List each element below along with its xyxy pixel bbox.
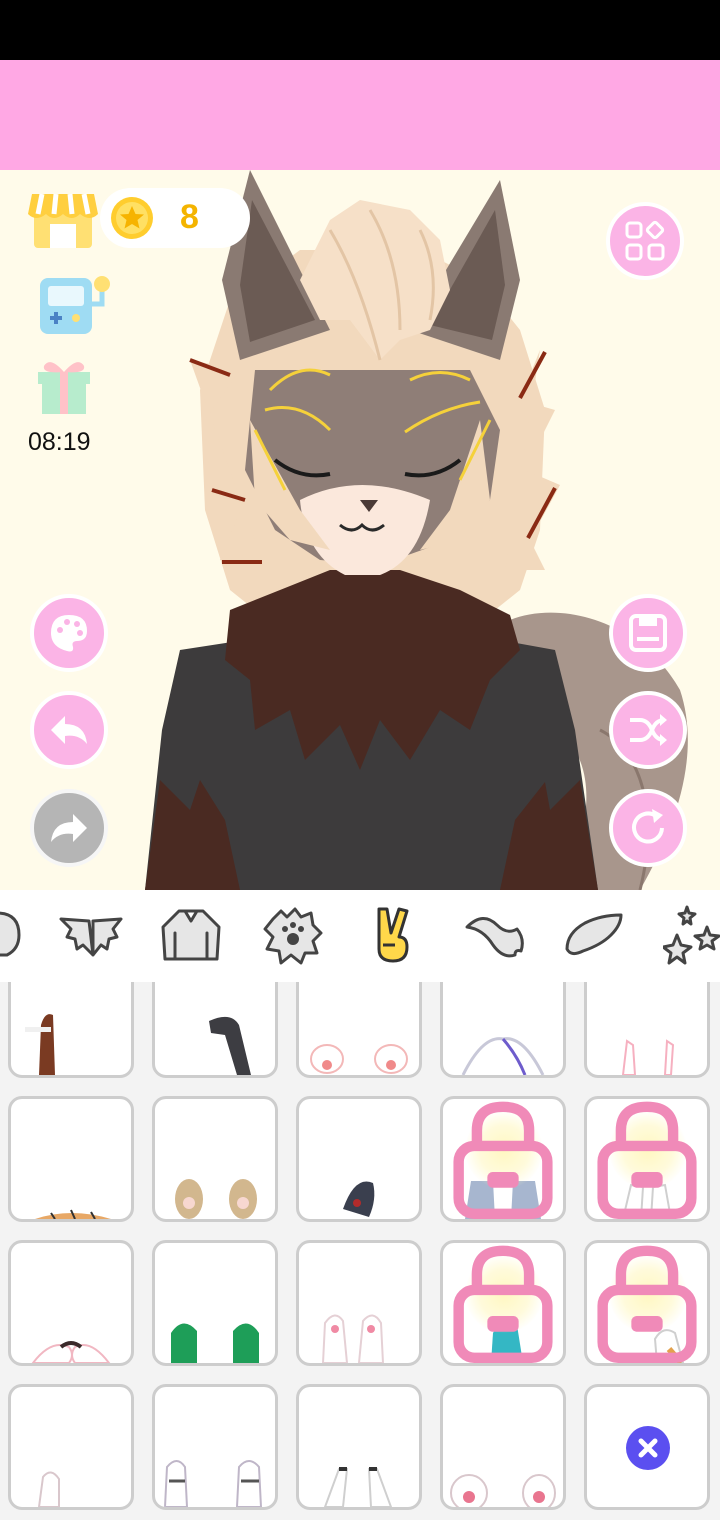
grid-menu-icon [625, 220, 665, 261]
item-grid [0, 982, 720, 1520]
reset-button[interactable] [609, 789, 687, 867]
tab-fur[interactable] [258, 904, 328, 966]
lock-icon [597, 1245, 697, 1363]
undo-icon [51, 716, 87, 744]
tab-tail[interactable] [460, 904, 530, 966]
lock-icon [453, 1101, 553, 1219]
item-pink-paws[interactable] [296, 982, 422, 1078]
coin-count: 8 [180, 198, 199, 236]
jacket-icon [161, 909, 221, 961]
gift-timer: 08:19 [28, 428, 91, 456]
remove-item-button[interactable] [584, 1384, 710, 1510]
lock-icon [453, 1245, 553, 1363]
item-bandaged-hands[interactable] [584, 1096, 710, 1222]
tab-wings[interactable] [558, 904, 628, 966]
lock-icon [597, 1101, 697, 1219]
redo-button[interactable] [30, 789, 108, 867]
shop-icon[interactable] [28, 184, 98, 250]
slot-machine-icon[interactable] [36, 274, 112, 336]
coin-balance: 8 [100, 188, 250, 248]
status-bar [0, 0, 720, 60]
item-bandaged-fist[interactable] [584, 1240, 710, 1366]
paw-print-icon [263, 907, 323, 965]
color-palette-button[interactable] [30, 594, 108, 672]
menu-button[interactable] [606, 202, 684, 280]
palette-icon [51, 615, 87, 652]
gift-icon[interactable] [36, 356, 92, 416]
item-green-paws[interactable] [152, 1240, 278, 1366]
head-icon [0, 911, 21, 957]
coin-icon [111, 197, 153, 239]
reset-icon [632, 809, 664, 844]
item-tan-paws[interactable] [152, 1096, 278, 1222]
shuffle-icon [630, 714, 667, 746]
item-teal-claw[interactable] [440, 1240, 566, 1366]
item-striped-paws[interactable] [152, 1384, 278, 1510]
wing-ears-icon [59, 917, 123, 957]
tab-effects[interactable] [660, 904, 720, 966]
tab-ears[interactable] [56, 904, 126, 966]
tab-head[interactable] [0, 904, 30, 966]
redo-icon [51, 814, 87, 842]
item-white-small-paws[interactable] [8, 1384, 134, 1510]
category-tabs [0, 890, 720, 982]
ad-banner[interactable] [0, 60, 720, 170]
character-canvas: 8 08:19 [0, 170, 720, 890]
hand-peace-icon [377, 907, 409, 963]
tab-hands[interactable] [358, 904, 428, 966]
save-icon [629, 614, 667, 652]
wing-icon [565, 913, 623, 956]
item-white-claws[interactable] [440, 982, 566, 1078]
item-white-beans-paws[interactable] [440, 1384, 566, 1510]
undo-button[interactable] [30, 691, 108, 769]
tab-clothing[interactable] [156, 904, 226, 966]
tail-icon [465, 917, 524, 958]
item-pink-hands[interactable] [584, 982, 710, 1078]
randomize-button[interactable] [609, 691, 687, 769]
item-white-pink-paws[interactable] [296, 1240, 422, 1366]
item-white-long-claws[interactable] [296, 1384, 422, 1510]
save-button[interactable] [609, 594, 687, 672]
item-gray-paw-single[interactable] [152, 982, 278, 1078]
item-heart-hands[interactable] [8, 1240, 134, 1366]
item-blue-claws[interactable] [440, 1096, 566, 1222]
stars-icon [663, 905, 720, 965]
close-icon [626, 1426, 670, 1470]
item-hand-cigarette[interactable] [8, 982, 134, 1078]
item-dark-claw[interactable] [296, 1096, 422, 1222]
item-tiger-paws[interactable] [8, 1096, 134, 1222]
